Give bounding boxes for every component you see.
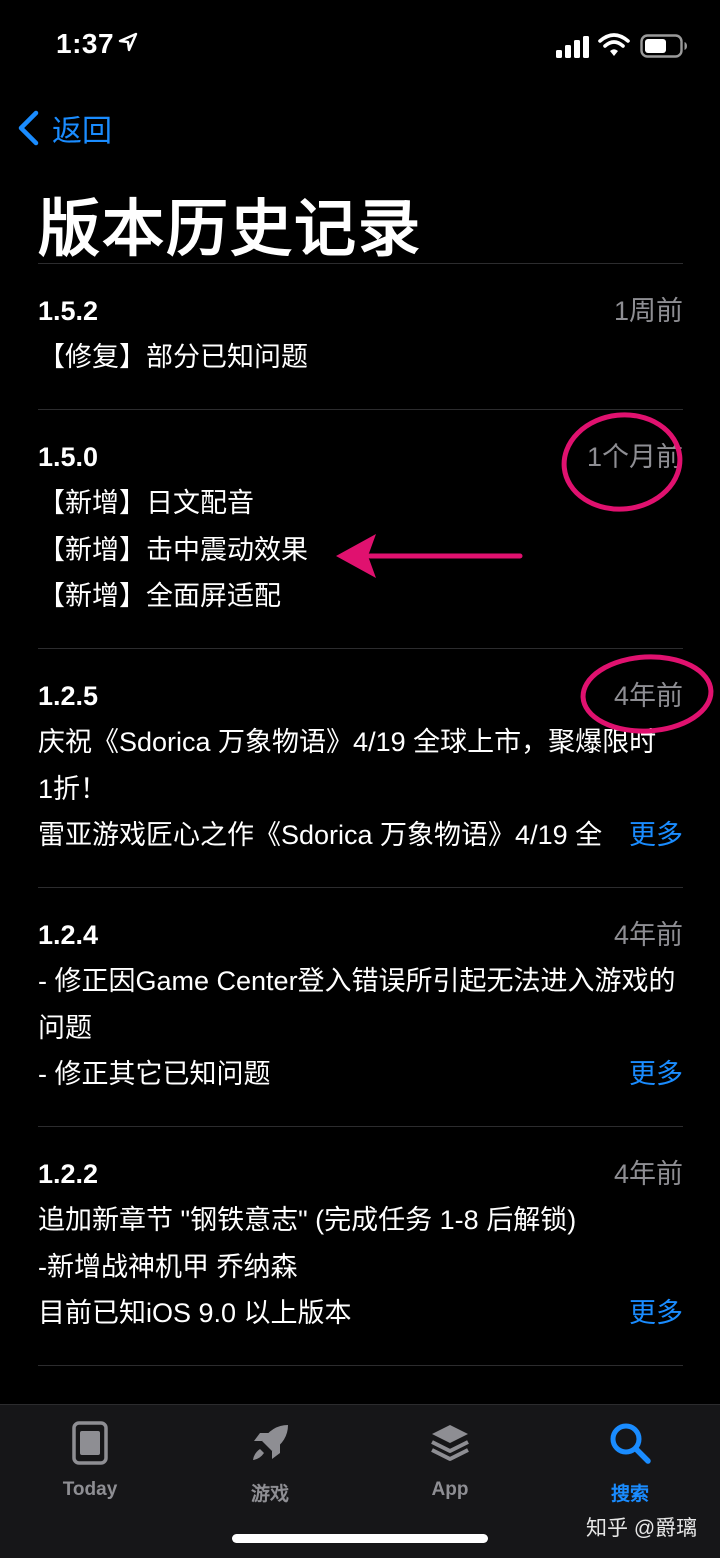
more-link[interactable]: 更多 bbox=[623, 1051, 683, 1098]
version-entry: 1.2.4 4年前 - 修正因Game Center登入错误所引起无法进入游戏的… bbox=[38, 888, 683, 1127]
tab-apps[interactable]: App bbox=[390, 1419, 510, 1501]
version-date: 4年前 bbox=[613, 920, 683, 950]
release-note: 目前已知iOS 9.0 以上版本 bbox=[38, 1298, 352, 1328]
tab-label: 搜索 bbox=[610, 1484, 649, 1505]
release-note: 【修复】部分已知问题 bbox=[38, 342, 308, 372]
location-arrow-icon bbox=[118, 32, 138, 52]
version-date: 4年前 bbox=[613, 681, 683, 711]
tab-label: 游戏 bbox=[250, 1484, 289, 1505]
release-note: 庆祝《Sdorica 万象物语》4/19 全球上市，聚爆限时1折！ bbox=[38, 727, 657, 804]
back-button[interactable]: 返回 bbox=[16, 106, 112, 150]
cellular-signal-icon bbox=[556, 36, 589, 58]
release-note: 【新增】日文配音 bbox=[38, 488, 254, 518]
release-note: - 修正其它已知问题 bbox=[38, 1059, 271, 1089]
version-number: 1.2.5 bbox=[38, 681, 99, 711]
version-date: 4年前 bbox=[613, 1159, 683, 1189]
release-note: -新增战神机甲 乔纳森 bbox=[38, 1251, 298, 1282]
more-link[interactable]: 更多 bbox=[623, 812, 683, 859]
release-note: 【新增】击中震动效果 bbox=[38, 534, 308, 565]
chevron-left-icon bbox=[18, 110, 39, 146]
more-link[interactable]: 更多 bbox=[623, 1290, 683, 1337]
release-note: - 修正因Game Center登入错误所引起无法进入游戏的问题 bbox=[38, 966, 676, 1043]
tab-today[interactable]: Today bbox=[30, 1419, 150, 1501]
release-note: 追加新章节 "钢铁意志" (完成任务 1-8 后解锁) bbox=[38, 1205, 577, 1235]
battery-icon bbox=[640, 34, 687, 58]
search-icon bbox=[610, 1423, 651, 1464]
tab-label: App bbox=[431, 1479, 469, 1500]
release-note: 【新增】全面屏适配 bbox=[38, 581, 281, 611]
layers-icon bbox=[431, 1425, 469, 1461]
version-number: 1.2.4 bbox=[38, 920, 99, 950]
tab-search[interactable]: 搜索 bbox=[570, 1419, 690, 1506]
release-note-truncated: 雷亚游戏匠心之作《Sdorica 万象物语》4/19 全 bbox=[38, 820, 603, 850]
home-indicator[interactable] bbox=[232, 1534, 488, 1543]
version-entry: 1.2.2 4年前 追加新章节 "钢铁意志" (完成任务 1-8 后解锁) -新… bbox=[38, 1127, 683, 1366]
status-time: 1:37 bbox=[56, 28, 115, 59]
version-list: 1.5.2 1周前 【修复】部分已知问题 1.5.0 1个月前 【新增】日文配音… bbox=[38, 264, 683, 1366]
version-entry: 1.5.2 1周前 【修复】部分已知问题 bbox=[38, 264, 683, 410]
today-icon bbox=[72, 1421, 108, 1465]
back-label: 返回 bbox=[52, 115, 112, 148]
status-bar: 1:37 bbox=[0, 0, 720, 90]
version-date: 1个月前 bbox=[586, 442, 683, 472]
page-title: 版本历史记录 bbox=[38, 195, 423, 264]
tab-games[interactable]: 游戏 bbox=[210, 1419, 330, 1506]
watermark: 知乎 @爵璃 bbox=[586, 1517, 698, 1540]
version-number: 1.2.2 bbox=[38, 1159, 99, 1189]
rocket-icon bbox=[253, 1425, 288, 1460]
tab-label: Today bbox=[62, 1479, 118, 1500]
version-date: 1周前 bbox=[613, 296, 683, 326]
wifi-icon bbox=[598, 33, 630, 56]
version-entry: 1.2.5 4年前 庆祝《Sdorica 万象物语》4/19 全球上市，聚爆限时… bbox=[38, 649, 683, 888]
version-number: 1.5.2 bbox=[38, 296, 99, 326]
version-entry: 1.5.0 1个月前 【新增】日文配音 【新增】击中震动效果 【新增】全面屏适配 bbox=[38, 410, 683, 649]
